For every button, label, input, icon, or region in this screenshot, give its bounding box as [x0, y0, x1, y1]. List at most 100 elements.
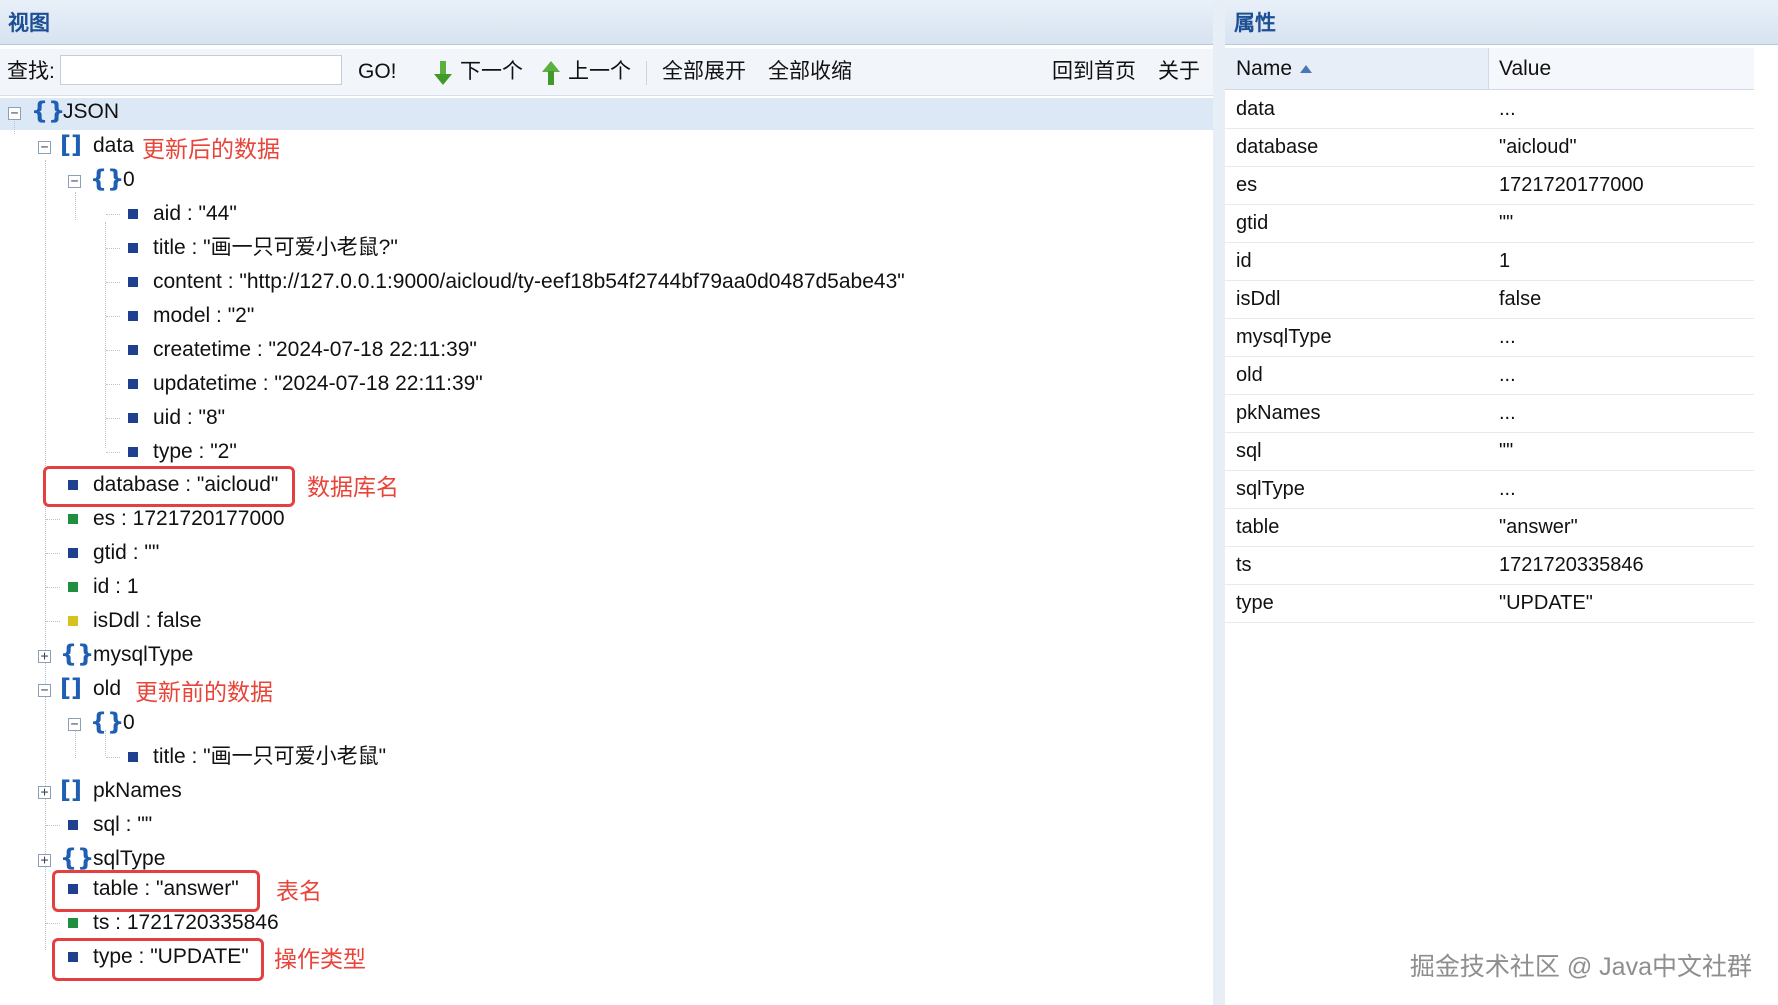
- expand-all-button[interactable]: 全部展开: [662, 49, 746, 95]
- tree-node-ts[interactable]: ts : 1721720335846: [93, 908, 279, 938]
- property-value: ...: [1499, 326, 1516, 348]
- tree-node-data[interactable]: data: [93, 131, 134, 161]
- expand-toggle[interactable]: +: [38, 650, 51, 663]
- string-icon: [128, 447, 138, 457]
- property-row[interactable]: old...: [1225, 357, 1754, 395]
- string-icon: [68, 548, 78, 558]
- property-value: 1721720177000: [1499, 174, 1644, 196]
- array-icon: []: [60, 776, 82, 804]
- tree-node-root[interactable]: JSON: [63, 97, 119, 127]
- tree-node-table[interactable]: table : "answer": [93, 874, 239, 904]
- string-icon: [68, 952, 78, 962]
- arrow-down-icon[interactable]: [432, 59, 454, 87]
- tree-node-field[interactable]: model : "2": [153, 301, 254, 331]
- collapse-toggle[interactable]: −: [68, 175, 81, 188]
- property-value: 1721720335846: [1499, 554, 1644, 576]
- number-icon: [68, 582, 78, 592]
- collapse-toggle[interactable]: −: [38, 141, 51, 154]
- property-value: ...: [1499, 98, 1516, 120]
- array-icon: []: [60, 674, 82, 702]
- arrow-up-icon[interactable]: [540, 59, 562, 87]
- object-icon: {}: [31, 97, 66, 125]
- property-name: pkNames: [1236, 402, 1321, 424]
- view-panel-title: 视图: [0, 0, 1213, 45]
- tree-node-field[interactable]: title : "画一只可爱小老鼠?": [153, 233, 398, 263]
- string-icon: [68, 884, 78, 894]
- property-name: database: [1236, 136, 1319, 158]
- property-name: data: [1236, 98, 1275, 120]
- collapse-toggle[interactable]: −: [38, 684, 51, 697]
- property-row[interactable]: type "UPDATE": [1225, 585, 1754, 623]
- next-button[interactable]: 下一个: [460, 49, 523, 95]
- tree-node-gtid[interactable]: gtid : "": [93, 538, 159, 568]
- about-button[interactable]: 关于: [1158, 49, 1200, 95]
- string-icon: [128, 413, 138, 423]
- string-icon: [128, 752, 138, 762]
- boolean-icon: [68, 616, 78, 626]
- property-name: old: [1236, 364, 1263, 386]
- annotation-data: 更新后的数据: [142, 136, 280, 162]
- property-row[interactable]: database "aicloud": [1225, 129, 1754, 167]
- expand-toggle[interactable]: +: [38, 786, 51, 799]
- collapse-toggle[interactable]: −: [8, 107, 21, 120]
- toolbar-separator: [646, 61, 647, 85]
- column-header-name[interactable]: Name: [1225, 48, 1489, 89]
- property-row[interactable]: data...: [1225, 91, 1754, 129]
- property-row[interactable]: isDdl false: [1225, 281, 1754, 319]
- tree-node-old-0[interactable]: 0: [123, 708, 135, 738]
- string-icon: [128, 379, 138, 389]
- tree-node-sql[interactable]: sql : "": [93, 810, 152, 840]
- property-name: sqlType: [1236, 478, 1305, 500]
- annotation-database: 数据库名: [307, 474, 399, 500]
- array-icon: []: [60, 131, 82, 159]
- column-name-label: Name: [1236, 57, 1293, 80]
- go-button[interactable]: GO!: [358, 49, 397, 95]
- string-icon: [68, 480, 78, 490]
- panel-splitter[interactable]: [1213, 0, 1225, 1005]
- tree-node-field[interactable]: updatetime : "2024-07-18 22:11:39": [153, 369, 483, 399]
- tree-node-field[interactable]: createtime : "2024-07-18 22:11:39": [153, 335, 477, 365]
- tree-node-database[interactable]: database : "aicloud": [93, 470, 278, 500]
- string-icon: [128, 277, 138, 287]
- tree-node-data-0[interactable]: 0: [123, 165, 135, 195]
- tree-node-isDdl[interactable]: isDdl : false: [93, 606, 202, 636]
- property-name: gtid: [1236, 212, 1269, 234]
- collapse-all-button[interactable]: 全部收缩: [768, 49, 852, 95]
- property-row[interactable]: table "answer": [1225, 509, 1754, 547]
- property-value: 1: [1499, 250, 1511, 272]
- sort-ascending-icon: [1300, 65, 1313, 74]
- property-row[interactable]: pkNames...: [1225, 395, 1754, 433]
- property-name: sql: [1236, 440, 1262, 462]
- tree-node-type[interactable]: type : "UPDATE": [93, 942, 249, 972]
- property-row[interactable]: es 1721720177000: [1225, 167, 1754, 205]
- tree-node-mysqlType[interactable]: mysqlType: [93, 640, 193, 670]
- string-icon: [128, 311, 138, 321]
- prev-button[interactable]: 上一个: [568, 49, 631, 95]
- properties-panel-title: 属性: [1225, 0, 1778, 45]
- tree-node-field[interactable]: uid : "8": [153, 403, 225, 433]
- column-header-value[interactable]: Value: [1489, 48, 1754, 89]
- property-value: "": [1499, 440, 1514, 462]
- tree-node-field[interactable]: type : "2": [153, 437, 237, 467]
- property-row[interactable]: ts 1721720335846: [1225, 547, 1754, 585]
- search-input[interactable]: [60, 55, 342, 85]
- object-icon: {}: [60, 640, 95, 668]
- tree-node-pkNames[interactable]: pkNames: [93, 776, 182, 806]
- tree-node-old[interactable]: old: [93, 674, 121, 704]
- property-row[interactable]: sqlType...: [1225, 471, 1754, 509]
- expand-toggle[interactable]: +: [38, 854, 51, 867]
- tree-node-old-title[interactable]: title : "画一只可爱小老鼠": [153, 742, 386, 772]
- tree-node-id[interactable]: id : 1: [93, 572, 139, 602]
- property-row[interactable]: id 1: [1225, 243, 1754, 281]
- tree-node-field[interactable]: aid : "44": [153, 199, 237, 229]
- tree-node-field[interactable]: content : "http://127.0.0.1:9000/aicloud…: [153, 267, 905, 297]
- collapse-toggle[interactable]: −: [68, 718, 81, 731]
- property-row[interactable]: sql "": [1225, 433, 1754, 471]
- column-value-label: Value: [1499, 57, 1552, 80]
- search-label: 查找:: [7, 60, 55, 83]
- property-value: "UPDATE": [1499, 592, 1593, 614]
- tree-node-es[interactable]: es : 1721720177000: [93, 504, 285, 534]
- property-row[interactable]: mysqlType...: [1225, 319, 1754, 357]
- home-button[interactable]: 回到首页: [1052, 49, 1136, 95]
- property-row[interactable]: gtid "": [1225, 205, 1754, 243]
